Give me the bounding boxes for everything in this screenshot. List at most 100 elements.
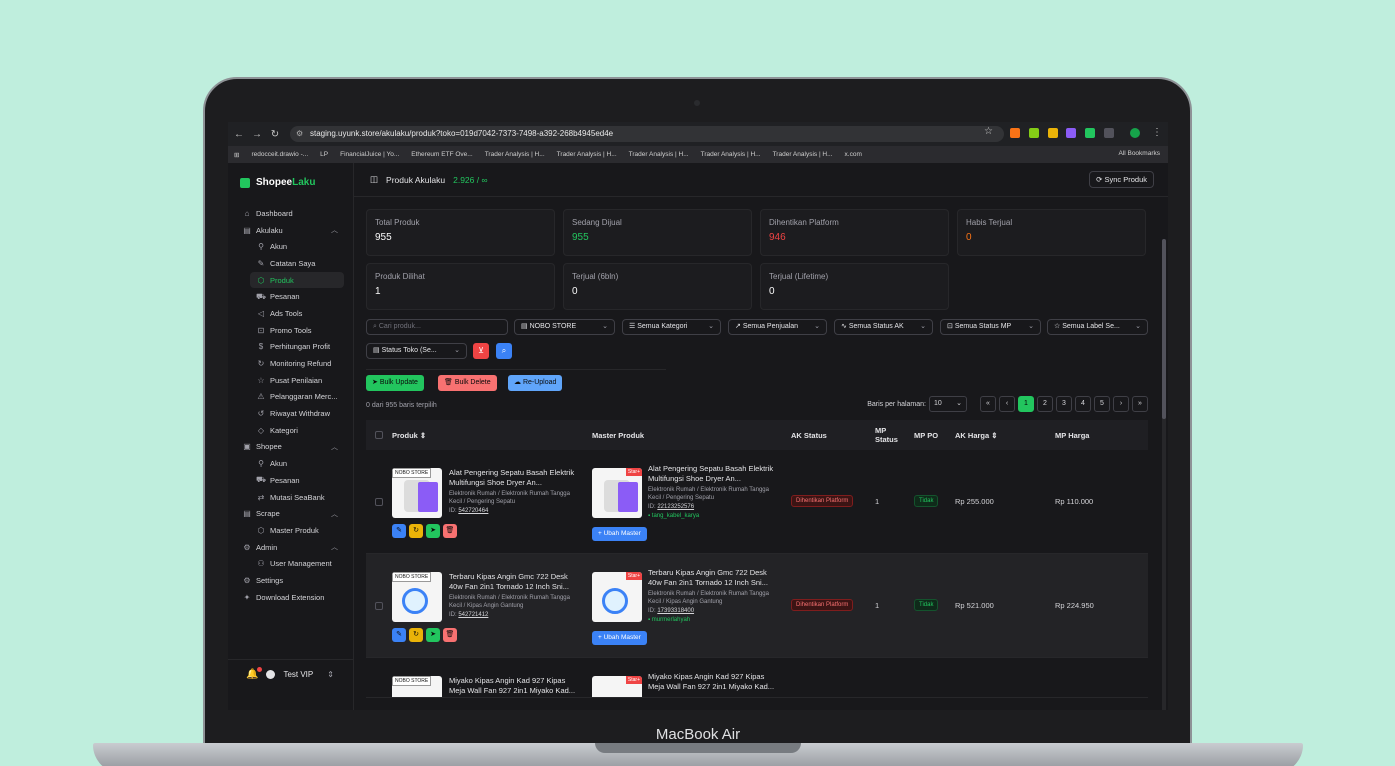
sidebar-item-seabank[interactable]: ⇄ Mutasi SeaBank	[228, 489, 354, 506]
extensions-puzzle-icon[interactable]	[1104, 128, 1114, 138]
product-title[interactable]: Miyako Kipas Angin Kad 927 Kipas Meja Wa…	[449, 676, 577, 696]
sidebar-item-promo-tools[interactable]: ⊡ Promo Tools	[228, 322, 354, 339]
sidebar-item-pelanggaran[interactable]: ⚠ Pelanggaran Merc...	[228, 389, 354, 406]
product-id-link[interactable]: 542721412	[458, 612, 488, 618]
page-button[interactable]: 1	[1018, 396, 1034, 412]
product-image[interactable]: NOBO STORE	[392, 572, 442, 622]
bookmark[interactable]: Trader Analysis | H...	[485, 151, 545, 158]
status-ak-select[interactable]: ∿ Semua Status AK ⌄	[834, 319, 933, 335]
page-button[interactable]: 5	[1094, 396, 1110, 412]
sidebar-item-dashboard[interactable]: ⌂ Dashboard	[228, 205, 354, 222]
product-title[interactable]: Terbaru Kipas Angin Gmc 722 Desk 40w Fan…	[449, 572, 577, 592]
prev-page-button[interactable]: ‹	[999, 396, 1015, 412]
column-produk[interactable]: Produk ⇕	[392, 420, 426, 450]
product-image[interactable]: NOBO STORE	[392, 468, 442, 518]
bookmark[interactable]: x.com	[845, 151, 862, 158]
forward-icon[interactable]: →	[250, 129, 264, 140]
site-settings-icon[interactable]: ⚙	[296, 126, 303, 142]
bookmark-star-icon[interactable]: ☆	[984, 126, 993, 137]
bookmark[interactable]: FinancialJuice | Yo...	[340, 151, 399, 158]
master-id-link[interactable]: 22123252576	[657, 504, 694, 510]
ubah-master-button[interactable]: + Ubah Master	[592, 527, 647, 541]
send-button[interactable]: ➤	[426, 628, 440, 642]
extension-icon[interactable]	[1085, 128, 1095, 138]
master-title[interactable]: Alat Pengering Sepatu Basah Elektrik Mul…	[648, 464, 776, 484]
seller-name[interactable]: ▪ tang_kabel_karya	[648, 513, 699, 519]
sidebar-item-download-extension[interactable]: ✦ Download Extension	[228, 589, 354, 606]
sidebar-toggle-icon[interactable]: ◫	[370, 174, 378, 185]
column-ak-harga[interactable]: AK Harga ⇕	[955, 420, 998, 450]
sidebar-item-profit[interactable]: $ Perhitungan Profit	[228, 339, 354, 356]
last-page-button[interactable]: »	[1132, 396, 1148, 412]
ubah-master-button[interactable]: + Ubah Master	[592, 631, 647, 645]
master-title[interactable]: Miyako Kipas Angin Kad 927 Kipas Meja Wa…	[648, 672, 776, 692]
sidebar-item-produk[interactable]: ⬡ Produk	[250, 271, 344, 289]
send-button[interactable]: ➤	[426, 524, 440, 538]
sidebar-item-akun[interactable]: ⚲ Akun	[228, 238, 354, 255]
master-image[interactable]: Star+	[592, 676, 642, 697]
sidebar-item-pesanan[interactable]: ⛟ Pesanan	[228, 288, 354, 305]
edit-button[interactable]: ✎	[392, 628, 406, 642]
scrollbar-thumb[interactable]	[1162, 239, 1166, 419]
delete-button[interactable]: 🗑	[443, 628, 457, 642]
per-page-select[interactable]: 10 ⌄	[929, 396, 967, 412]
sidebar-item-shopee[interactable]: ▣ Shopee ︿	[228, 439, 354, 456]
bookmark[interactable]: Trader Analysis | H...	[557, 151, 617, 158]
page-button[interactable]: 3	[1056, 396, 1072, 412]
product-title[interactable]: Alat Pengering Sepatu Basah Elektrik Mul…	[449, 468, 577, 488]
master-id-link[interactable]: 17393318400	[657, 608, 694, 614]
app-logo[interactable]: ShopeeLaku	[240, 177, 315, 188]
menu-icon[interactable]: ⋮	[1150, 127, 1164, 138]
sidebar-item-scrape[interactable]: ▤ Scrape ︿	[228, 505, 354, 522]
extension-icon[interactable]	[1048, 128, 1058, 138]
edit-button[interactable]: ✎	[392, 524, 406, 538]
sidebar-item-user-management[interactable]: ⚇ User Management	[228, 555, 354, 572]
sidebar-item-ads-tools[interactable]: ◁ Ads Tools	[228, 305, 354, 322]
reload-icon[interactable]: ↻	[268, 129, 282, 140]
page-button[interactable]: 4	[1075, 396, 1091, 412]
extension-icon[interactable]	[1029, 128, 1039, 138]
penjualan-select[interactable]: ↗ Semua Penjualan ⌄	[728, 319, 827, 335]
bookmark[interactable]: redocceit.drawio -...	[251, 151, 308, 158]
product-image[interactable]: NOBO STORE	[392, 676, 442, 697]
reupload-button[interactable]: ☁ Re-Upload	[508, 375, 563, 391]
page-button[interactable]: 2	[1037, 396, 1053, 412]
search-button[interactable]: ⌕	[496, 343, 512, 359]
sidebar-item-shopee-akun[interactable]: ⚲ Akun	[228, 455, 354, 472]
sidebar-item-master-produk[interactable]: ⬡ Master Produk	[228, 522, 354, 539]
row-checkbox[interactable]	[375, 602, 383, 610]
sidebar-item-catatan[interactable]: ✎ Catatan Saya	[228, 255, 354, 272]
all-bookmarks[interactable]: All Bookmarks	[1118, 150, 1160, 157]
status-toko-select[interactable]: ▤ Status Toko (Se... ⌄	[366, 343, 467, 359]
bookmark[interactable]: Ethereum ETF Ove...	[411, 151, 472, 158]
sidebar-item-akulaku[interactable]: ▤ Akulaku ︿	[228, 222, 354, 239]
sidebar-item-penilaian[interactable]: ☆ Pusat Penilaian	[228, 372, 354, 389]
label-select[interactable]: ☆ Semua Label Se... ⌄	[1047, 319, 1148, 335]
apps-icon[interactable]: ⊞	[234, 151, 239, 159]
bell-icon[interactable]: 🔔	[246, 667, 263, 680]
sidebar-item-refund[interactable]: ↻ Monitoring Refund	[228, 355, 354, 372]
profile-avatar[interactable]	[1130, 128, 1140, 138]
address-bar[interactable]: ⚙ staging.uyunk.store/akulaku/produk?tok…	[290, 126, 1004, 142]
row-checkbox[interactable]	[375, 498, 383, 506]
product-id-link[interactable]: 542720464	[458, 508, 488, 514]
back-icon[interactable]: ←	[232, 129, 246, 140]
sidebar-item-settings[interactable]: ⚙ Settings	[228, 572, 354, 589]
status-mp-select[interactable]: ⊡ Semua Status MP ⌄	[940, 319, 1041, 335]
sidebar-item-withdraw[interactable]: ↺ Riwayat Withdraw	[228, 405, 354, 422]
sidebar-item-kategori[interactable]: ◇ Kategori	[228, 422, 354, 439]
kategori-select[interactable]: ☰ Semua Kategori ⌄	[622, 319, 721, 335]
user-menu[interactable]: 🔔 Test VIP ⇕	[228, 659, 354, 689]
sync-button[interactable]: ⟳ Sync Produk	[1089, 171, 1154, 188]
delete-button[interactable]: 🗑	[443, 524, 457, 538]
bookmark[interactable]: LP	[320, 151, 328, 158]
master-image[interactable]: Star+	[592, 468, 642, 518]
master-image[interactable]: Star+	[592, 572, 642, 622]
filter-reset-button[interactable]: ⊻	[473, 343, 489, 359]
extension-icon[interactable]	[1066, 128, 1076, 138]
first-page-button[interactable]: «	[980, 396, 996, 412]
toko-select[interactable]: ▤ NOBO STORE ⌄	[514, 319, 615, 335]
bookmark[interactable]: Trader Analysis | H...	[773, 151, 833, 158]
bulk-update-button[interactable]: ➤ Bulk Update	[366, 375, 424, 391]
refresh-button[interactable]: ↻	[409, 524, 423, 538]
